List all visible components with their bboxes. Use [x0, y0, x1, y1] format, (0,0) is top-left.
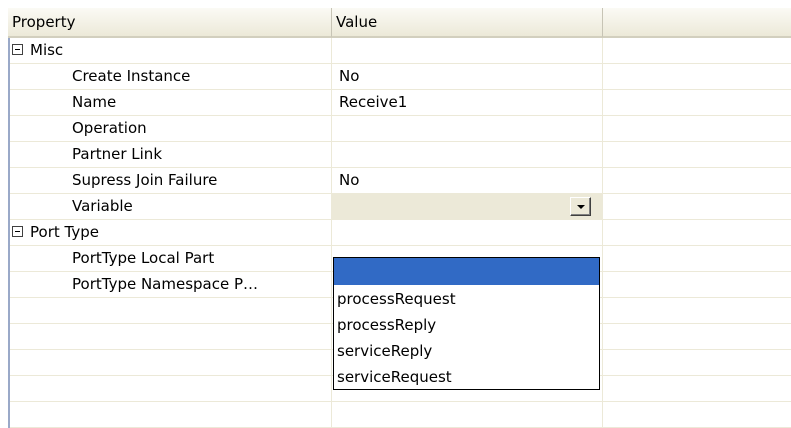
dropdown-option-service-request[interactable]: serviceRequest	[334, 364, 599, 390]
empty-cell	[10, 324, 332, 350]
property-row-partner-link[interactable]: Partner Link	[10, 142, 791, 168]
property-label: Partner Link	[72, 145, 162, 163]
column-header-empty	[603, 8, 791, 38]
empty-cell	[10, 350, 332, 376]
property-row-variable[interactable]: Variable	[10, 194, 791, 220]
dropdown-option-process-request[interactable]: processRequest	[334, 286, 599, 312]
empty-cell	[603, 350, 791, 376]
property-name-cell: PortType Local Part	[10, 246, 332, 272]
dropdown-option-service-reply[interactable]: serviceReply	[334, 338, 599, 364]
property-value[interactable]: Receive1	[332, 90, 603, 116]
property-name-cell: Create Instance	[10, 64, 332, 90]
property-name-cell: Operation	[10, 116, 332, 142]
empty-cell	[603, 64, 791, 90]
property-name-cell: Partner Link	[10, 142, 332, 168]
empty-cell	[603, 324, 791, 350]
empty-cell	[603, 194, 791, 220]
column-header-value[interactable]: Value	[332, 8, 603, 38]
property-name-cell: PortType Namespace P…	[10, 272, 332, 298]
empty-cell	[603, 90, 791, 116]
empty-cell	[603, 116, 791, 142]
value-cell	[332, 38, 603, 64]
property-value[interactable]	[332, 116, 603, 142]
property-label: Supress Join Failure	[72, 171, 218, 189]
property-name-cell: Name	[10, 90, 332, 116]
empty-cell	[603, 168, 791, 194]
minus-box-icon[interactable]	[12, 44, 23, 55]
column-header-property[interactable]: Property	[8, 8, 332, 38]
property-row-supress-join-failure[interactable]: Supress Join Failure No	[10, 168, 791, 194]
dropdown-option-process-reply[interactable]: processReply	[334, 312, 599, 338]
category-label: Misc	[30, 41, 64, 59]
empty-cell	[603, 402, 791, 428]
property-label: PortType Local Part	[72, 249, 215, 267]
category-cell: Port Type	[10, 220, 332, 246]
empty-cell	[603, 142, 791, 168]
variable-combo-value[interactable]	[332, 194, 603, 220]
property-label: Name	[72, 93, 117, 111]
property-row-operation[interactable]: Operation	[10, 116, 791, 142]
empty-cell	[603, 272, 791, 298]
category-row-misc[interactable]: Misc	[10, 38, 791, 64]
property-name-cell: Variable	[10, 194, 332, 220]
empty-cell	[10, 402, 332, 428]
property-label: Operation	[72, 119, 147, 137]
category-row-port-type[interactable]: Port Type	[10, 220, 791, 246]
property-name-cell: Supress Join Failure	[10, 168, 332, 194]
property-value[interactable]: No	[332, 64, 603, 90]
minus-box-icon[interactable]	[12, 226, 23, 237]
category-label: Port Type	[30, 223, 99, 241]
empty-cell	[10, 376, 332, 402]
empty-cell	[603, 220, 791, 246]
value-cell	[332, 220, 603, 246]
empty-cell	[332, 402, 603, 428]
property-row-name[interactable]: Name Receive1	[10, 90, 791, 116]
empty-cell	[603, 246, 791, 272]
property-value[interactable]: No	[332, 168, 603, 194]
dropdown-option-empty[interactable]	[334, 258, 599, 285]
property-value[interactable]	[332, 142, 603, 168]
property-label: Variable	[72, 197, 133, 215]
empty-cell	[603, 38, 791, 64]
empty-cell	[603, 298, 791, 324]
empty-row	[10, 402, 791, 428]
empty-cell	[10, 298, 332, 324]
property-row-create-instance[interactable]: Create Instance No	[10, 64, 791, 90]
property-label: Create Instance	[72, 67, 191, 85]
property-label: PortType Namespace P…	[72, 275, 259, 293]
chevron-down-icon[interactable]	[570, 197, 591, 216]
variable-dropdown-list[interactable]: processRequest processReply serviceReply…	[333, 257, 600, 390]
category-cell: Misc	[10, 38, 332, 64]
empty-cell	[603, 376, 791, 402]
